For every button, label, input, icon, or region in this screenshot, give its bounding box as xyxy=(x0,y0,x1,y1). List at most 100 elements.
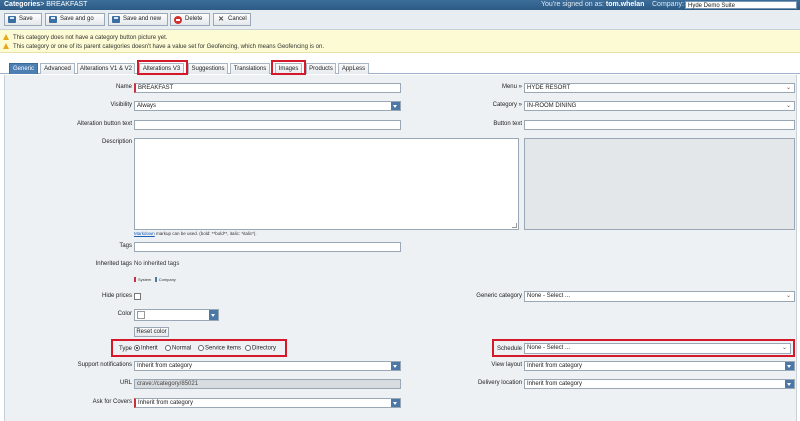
description-textarea[interactable] xyxy=(134,138,519,230)
tab-advanced[interactable]: Advanced xyxy=(40,63,75,74)
button-text-label: Button text xyxy=(493,121,522,127)
name-input[interactable]: BREAKFAST xyxy=(134,83,401,93)
type-option-inherit: Inherit xyxy=(141,345,158,352)
tab-images[interactable]: Images xyxy=(275,63,302,74)
signed-in-user[interactable]: tom.whelan xyxy=(606,1,645,8)
reset-color-button[interactable]: Reset color xyxy=(134,327,169,337)
tab-appless[interactable]: AppLess xyxy=(338,63,369,74)
markdown-link[interactable]: Markdown xyxy=(134,231,155,236)
warning-icon xyxy=(3,34,10,40)
save-button[interactable]: Save xyxy=(4,13,42,26)
notice-line-2: This category or one of its parent categ… xyxy=(3,42,324,50)
tags-input[interactable] xyxy=(134,242,401,252)
chevron-down-icon: ⌄ xyxy=(785,103,791,109)
generic-category-label: Generic category xyxy=(476,293,522,299)
inherited-tags-label: Inherited tags xyxy=(95,261,132,267)
tab-suggestions[interactable]: Suggestions xyxy=(188,63,228,74)
delivery-location-label: Delivery location xyxy=(477,380,522,386)
menu-value: HYDE RESORT xyxy=(527,85,571,91)
ask-for-covers-label: Ask for Covers xyxy=(92,399,132,405)
support-notifications-select[interactable]: Inherit from category xyxy=(134,361,401,371)
generic-category-select[interactable]: None - Select ... ⌄ xyxy=(524,291,795,302)
visibility-select[interactable]: Always xyxy=(134,101,401,111)
hide-prices-checkbox[interactable] xyxy=(134,293,141,300)
notice-line-1: This category does not have a category b… xyxy=(3,33,167,41)
delete-button[interactable]: Delete xyxy=(170,13,210,26)
notice-text-2: This category or one of its parent categ… xyxy=(13,44,324,50)
dropdown-arrow-icon xyxy=(785,362,794,370)
view-layout-value: Inherit from category xyxy=(527,363,583,369)
chevron-down-icon: ⌄ xyxy=(781,345,787,351)
name-label: Name xyxy=(115,84,132,90)
tab-generic[interactable]: Generic xyxy=(9,63,38,74)
category-select[interactable]: IN-ROOM DINING ⌄ xyxy=(524,101,795,111)
chevron-down-icon: ⌄ xyxy=(785,85,791,91)
delivery-location-value: Inherit from category xyxy=(527,381,583,387)
support-notifications-label: Support notifications xyxy=(77,362,132,368)
save-and-go-button[interactable]: Save and go xyxy=(45,13,105,26)
tab-alterations-v1-v2[interactable]: Alterations V1 & V2 xyxy=(77,63,135,74)
breadcrumb-categories[interactable]: Categories xyxy=(4,1,40,8)
legend-company: Company xyxy=(158,277,176,282)
schedule-value: None - Select ... xyxy=(527,345,571,351)
tab-alterations-v3[interactable]: Alterations V3 xyxy=(139,63,184,74)
visibility-label: Visibility xyxy=(110,102,132,108)
schedule-select[interactable]: None - Select ... ⌄ xyxy=(524,343,791,354)
type-radio-service-items[interactable]: Service items xyxy=(198,345,241,352)
url-label: URL xyxy=(119,380,132,386)
tab-products[interactable]: Products xyxy=(306,63,336,74)
type-radio-inherit[interactable]: Inherit xyxy=(134,345,158,352)
company-label: Company: xyxy=(652,1,684,8)
type-option-service-items: Service items xyxy=(205,345,242,352)
description-label: Description xyxy=(101,139,132,145)
save-and-go-icon xyxy=(49,16,57,23)
signed-in-info: You're signed on as: tom.whelan xyxy=(541,1,644,8)
cancel-label: Cancel xyxy=(228,16,247,22)
save-and-new-button[interactable]: Save and new xyxy=(108,13,168,26)
alteration-button-text-input[interactable] xyxy=(134,120,401,130)
page-title: Categories> BREAKFAST xyxy=(4,1,87,8)
notice-text-1: This category does not have a category b… xyxy=(13,35,168,41)
alteration-button-text-label: Alteration button text xyxy=(76,121,132,127)
company-select[interactable]: Hyde Demo Suite xyxy=(685,1,797,9)
cancel-button[interactable]: ✕ Cancel xyxy=(213,13,251,26)
schedule-label: Schedule xyxy=(496,346,522,352)
menu-label-text: Menu xyxy=(501,84,517,90)
button-text-input[interactable] xyxy=(524,120,795,130)
radio-selected-icon xyxy=(134,345,140,351)
tab-translations[interactable]: Translations xyxy=(230,63,270,74)
top-bar: Categories> BREAKFAST You're signed on a… xyxy=(0,0,800,10)
type-radio-normal[interactable]: Normal xyxy=(165,345,191,352)
resize-grip-icon[interactable] xyxy=(512,223,517,228)
delivery-location-select[interactable]: Inherit from category xyxy=(524,379,795,389)
dropdown-arrow-icon xyxy=(785,380,794,388)
dropdown-arrow-icon xyxy=(391,399,400,407)
company-legend-marker xyxy=(154,277,157,283)
view-layout-label: View layout xyxy=(491,362,522,368)
markdown-help: Markdown markup can be used. (bold: **bo… xyxy=(134,231,257,236)
menu-select[interactable]: HYDE RESORT ⌄ xyxy=(524,83,795,93)
view-layout-select[interactable]: Inherit from category xyxy=(524,361,795,371)
url-input: crave://category/85021 xyxy=(134,379,401,389)
type-option-normal: Normal xyxy=(172,345,192,352)
type-option-directory: Directory xyxy=(252,345,277,352)
toolbar: Save Save and go Save and new Delete ✕ Ca… xyxy=(0,10,800,30)
tab-bar: Generic Advanced Alterations V1 & V2 Alt… xyxy=(0,54,800,74)
color-picker[interactable] xyxy=(134,309,219,321)
save-and-go-label: Save and go xyxy=(60,16,94,22)
signed-in-label: You're signed on as: xyxy=(541,1,604,8)
ask-for-covers-select[interactable]: Inherit from category xyxy=(134,398,401,408)
dropdown-arrow-icon xyxy=(209,310,218,320)
radio-icon xyxy=(245,345,251,351)
category-label: Category » xyxy=(492,102,522,108)
category-value: IN-ROOM DINING xyxy=(527,103,577,109)
cancel-icon: ✕ xyxy=(218,16,224,23)
legend-system: System xyxy=(138,277,152,282)
tags-label: Tags xyxy=(119,243,132,249)
color-label: Color xyxy=(117,311,132,317)
description-preview xyxy=(524,138,795,230)
delete-icon xyxy=(174,16,182,24)
type-radio-directory[interactable]: Directory xyxy=(245,345,276,352)
save-label: Save xyxy=(19,16,33,22)
notice-panel: This category does not have a category b… xyxy=(0,30,800,53)
